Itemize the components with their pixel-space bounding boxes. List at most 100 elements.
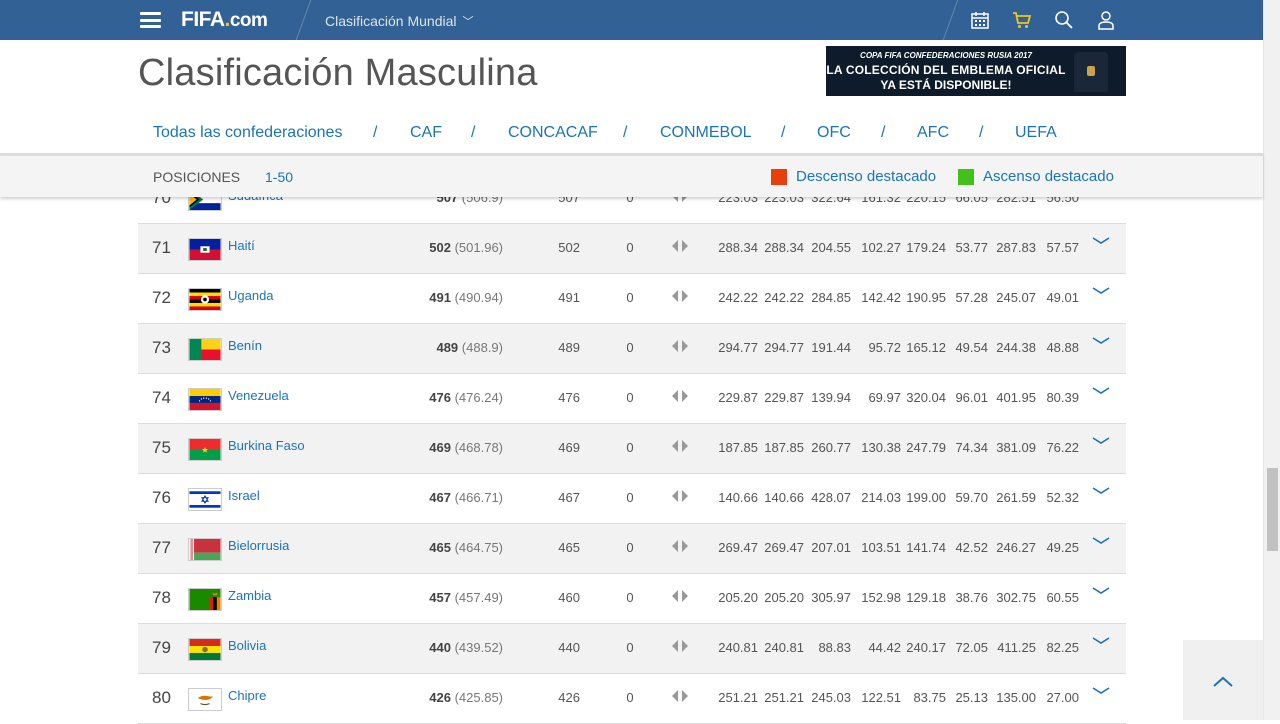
- team-link[interactable]: Chipre: [228, 688, 266, 703]
- chevron-down-icon[interactable]: [1092, 436, 1110, 446]
- conf-link-concacaf[interactable]: CONCACAF: [508, 124, 598, 142]
- score-value: 49.25: [1046, 540, 1079, 555]
- conf-link-caf[interactable]: CAF: [410, 124, 442, 142]
- rank: 75: [152, 438, 171, 457]
- previous-points: 465: [558, 540, 580, 555]
- score-value: 288.34: [764, 240, 804, 255]
- score-value: 48.88: [1046, 340, 1079, 355]
- conf-link-all[interactable]: Todas las confederaciones: [153, 124, 342, 142]
- score-value: 245.07: [996, 290, 1036, 305]
- score-value: 152.98: [861, 590, 901, 605]
- team-link[interactable]: Bielorrusia: [228, 538, 289, 553]
- chevron-down-icon[interactable]: [1092, 586, 1110, 596]
- score-value: 205.20: [764, 590, 804, 605]
- scrollbar-thumb[interactable]: [1267, 468, 1278, 551]
- shopping-cart-icon[interactable]: [1012, 10, 1032, 30]
- table-row[interactable]: 80 Chipre 426 (425.85) 426 0 251.21 251.21 245.…: [138, 674, 1126, 724]
- positions-range-link[interactable]: 1-50: [265, 169, 293, 185]
- conf-link-afc[interactable]: AFC: [917, 124, 949, 142]
- rank-movement: 0: [626, 390, 634, 405]
- page-scrollbar[interactable]: [1263, 0, 1280, 720]
- chevron-down-icon[interactable]: [1092, 386, 1110, 396]
- team-link[interactable]: Venezuela: [228, 388, 289, 403]
- score-value: 246.27: [996, 540, 1036, 555]
- team-link[interactable]: Zambia: [228, 588, 271, 603]
- score-value: 187.85: [718, 440, 758, 455]
- legend-down-link[interactable]: Descenso destacado: [796, 168, 936, 185]
- score-value: 204.55: [811, 240, 851, 255]
- score-value: 305.97: [811, 590, 851, 605]
- table-row[interactable]: 78 Zambia 457 (457.49) 460 0 205.20 205.20 305.…: [138, 574, 1126, 624]
- nav-separator: /: [781, 124, 786, 141]
- chevron-down-icon[interactable]: [1092, 686, 1110, 696]
- flag-belarus: [188, 538, 222, 561]
- score-value: 187.85: [764, 440, 804, 455]
- score-value: 140.66: [764, 490, 804, 505]
- score-value: 288.34: [718, 240, 758, 255]
- user-icon[interactable]: [1096, 10, 1116, 30]
- rank-movement: 0: [626, 540, 634, 555]
- table-row[interactable]: 71 Haití 502 (501.96) 502 0 288.34 288.34 204.5…: [138, 224, 1126, 274]
- chevron-down-icon[interactable]: [1092, 636, 1110, 646]
- search-icon[interactable]: [1054, 10, 1074, 30]
- score-value: 142.42: [861, 290, 901, 305]
- score-value: 428.07: [811, 490, 851, 505]
- hamburger-menu-icon[interactable]: [140, 12, 161, 28]
- score-value: 179.24: [906, 240, 946, 255]
- table-row[interactable]: 79 Bolivia 440 (439.52) 440 0 240.81 240.81 88.…: [138, 624, 1126, 674]
- score-value: 69.97: [868, 390, 901, 405]
- chevron-down-icon[interactable]: [1092, 236, 1110, 246]
- fifa-logo[interactable]: FIFA.com: [181, 8, 268, 32]
- team-link[interactable]: Israel: [228, 488, 260, 503]
- points-exact: (466.71): [454, 490, 503, 505]
- score-value: 284.85: [811, 290, 851, 305]
- conf-link-uefa[interactable]: UEFA: [1015, 124, 1057, 142]
- score-value: 190.95: [906, 290, 946, 305]
- previous-points: 426: [558, 690, 580, 705]
- table-row[interactable]: 74 Venezuela 476 (476.24) 476 0 229.87 229.87 1…: [138, 374, 1126, 424]
- chevron-down-icon[interactable]: [1092, 286, 1110, 296]
- team-link[interactable]: Uganda: [228, 288, 274, 303]
- chevron-down-icon[interactable]: [1092, 336, 1110, 346]
- table-row[interactable]: 77 Bielorrusia 465 (464.75) 465 0 269.47 269.4…: [138, 524, 1126, 574]
- team-link[interactable]: Haití: [228, 238, 255, 253]
- conf-link-conmebol[interactable]: CONMEBOL: [660, 124, 752, 142]
- legend-up-link[interactable]: Ascenso destacado: [983, 168, 1114, 185]
- score-value: 240.17: [906, 640, 946, 655]
- nav-separator: /: [881, 124, 886, 141]
- score-value: 27.00: [1046, 690, 1079, 705]
- page-title: Clasificación Masculina: [138, 52, 538, 94]
- team-link[interactable]: Bolivia: [228, 638, 266, 653]
- points-rounded: 491: [429, 290, 451, 305]
- back-to-top-button[interactable]: [1183, 640, 1263, 720]
- table-row[interactable]: 76 Israel 467 (466.71) 467 0 140.66 140.66 428.…: [138, 474, 1126, 524]
- legend-up-swatch: [958, 169, 974, 185]
- team-link[interactable]: Burkina Faso: [228, 438, 305, 453]
- score-value: 240.81: [764, 640, 804, 655]
- table-row[interactable]: 75 Burkina Faso 469 (468.78) 469 0 187.85 187.…: [138, 424, 1126, 474]
- nav-separator: /: [979, 124, 984, 141]
- score-value: 302.75: [996, 590, 1036, 605]
- section-dropdown[interactable]: Clasificación Mundial ﹀: [325, 13, 474, 29]
- score-value: 103.51: [861, 540, 901, 555]
- table-row[interactable]: 72 Uganda 491 (490.94) 491 0 242.22 242.22 284.…: [138, 274, 1126, 324]
- score-value: 25.13: [955, 690, 988, 705]
- chevron-down-icon[interactable]: [1092, 536, 1110, 546]
- promo-banner[interactable]: COPA FIFA CONFEDERACIONES RUSIA 2017 LA …: [826, 46, 1126, 96]
- flag-burkina-faso: [188, 438, 222, 461]
- table-row[interactable]: 73 Benín 489 (488.9) 489 0 294.77 294.77 191.44…: [138, 324, 1126, 374]
- flag-uganda: [188, 288, 222, 311]
- chevron-down-icon[interactable]: [1092, 486, 1110, 496]
- section-label: Clasificación Mundial: [325, 13, 457, 29]
- team-link[interactable]: Benín: [228, 338, 262, 353]
- no-change-arrows-icon: [672, 690, 688, 702]
- score-value: 129.18: [906, 590, 946, 605]
- score-value: 60.55: [1046, 590, 1079, 605]
- total-points: 469 (468.78): [428, 440, 503, 455]
- calendar-icon[interactable]: [970, 10, 990, 30]
- conf-link-ofc[interactable]: OFC: [817, 124, 851, 142]
- score-value: 401.95: [996, 390, 1036, 405]
- score-value: 82.25: [1046, 640, 1079, 655]
- score-value: 229.87: [764, 390, 804, 405]
- score-value: 320.04: [906, 390, 946, 405]
